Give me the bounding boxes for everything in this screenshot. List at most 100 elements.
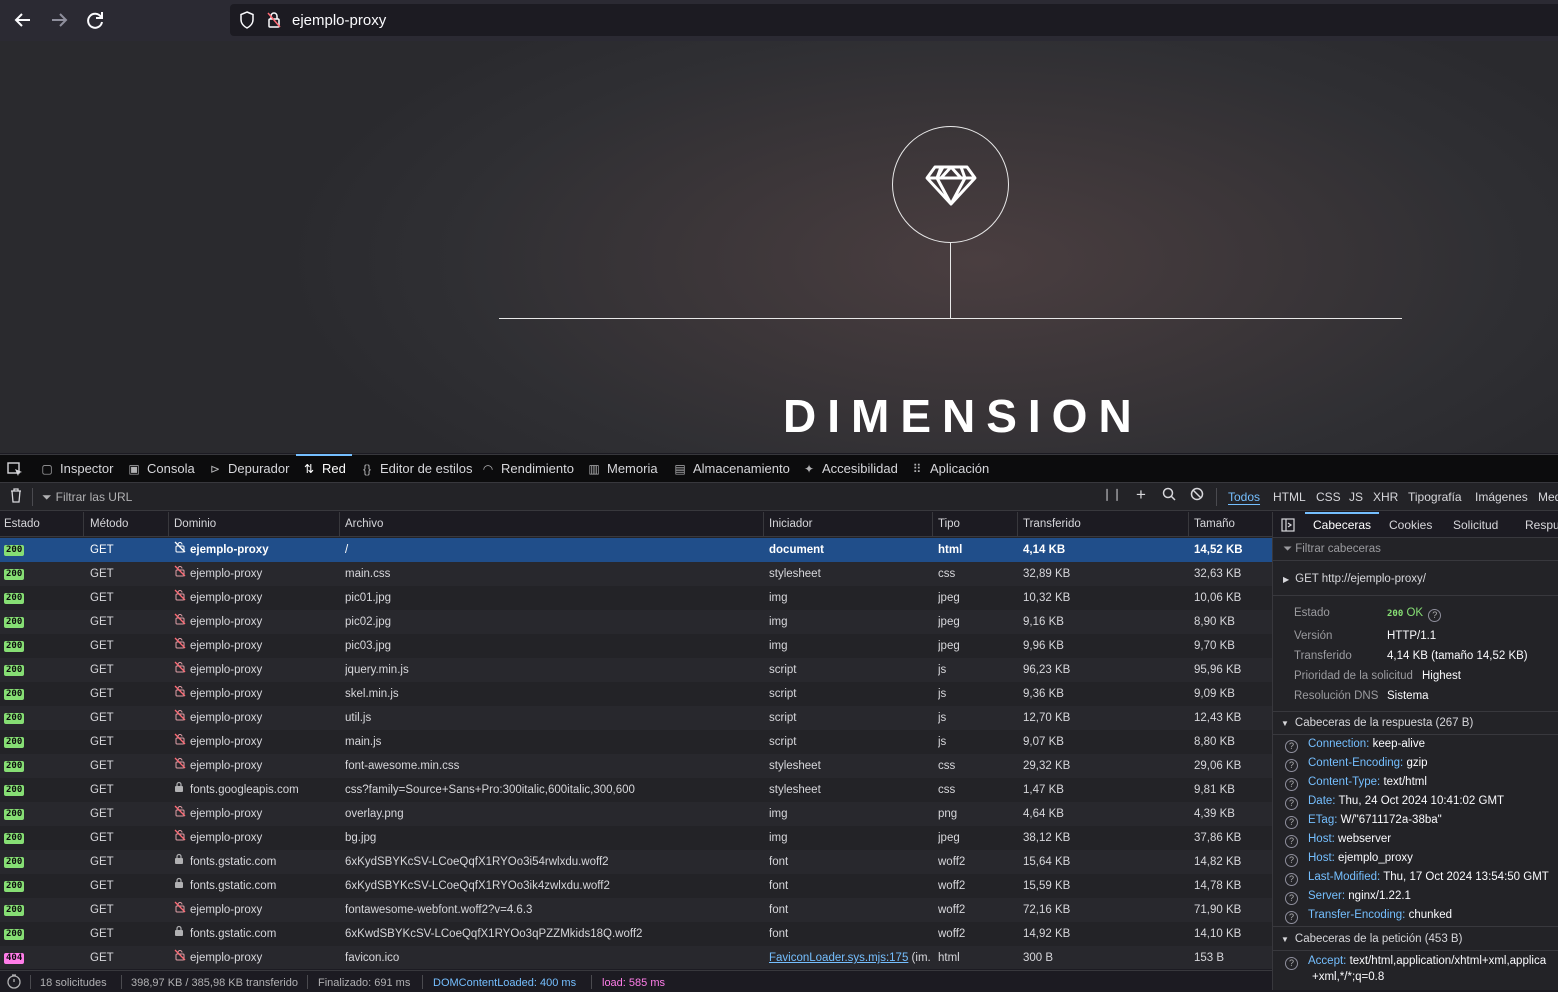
cell-size: 9,09 KB [1194,682,1270,706]
cell-file: fontawesome-webfont.woff2?v=4.6.3 [345,898,760,922]
table-row[interactable]: 200 GET ejemplo-proxy pic03.jpg img jpeg 9,96 … [0,634,1272,658]
status-badge: 200 [4,785,25,796]
element-picker-icon[interactable] [6,455,24,483]
table-row[interactable]: 200 GET ejemplo-proxy util.js script js 12,70 … [0,706,1272,730]
table-row[interactable]: 200 GET fonts.gstatic.com 6xKydSBYKcSV-LCoe… [0,874,1272,898]
initiator-text[interactable]: FaviconLoader.sys.mjs:175 [769,952,908,964]
search-icon[interactable] [1159,487,1179,504]
add-icon[interactable]: + [1131,485,1151,505]
filter-headers-input[interactable]: ⏷ Filtrar cabeceras [1283,543,1381,556]
url-text[interactable]: ejemplo-proxy [292,12,386,29]
table-row[interactable]: 404 GET ejemplo-proxy favicon.ico FaviconLoa… [0,946,1272,969]
trash-icon[interactable] [6,487,26,506]
tab-inspector[interactable]: ▢ Inspector [40,455,113,483]
column-domain[interactable]: Dominio [170,512,340,537]
cell-method: GET [90,538,114,562]
tab-headers[interactable]: Cabeceras [1304,512,1380,538]
table-row[interactable]: 200 GET ejemplo-proxy main.css stylesheet css… [0,562,1272,586]
table-row[interactable]: 200 GET ejemplo-proxy pic02.jpg img jpeg 9,16 … [0,610,1272,634]
filter-js[interactable]: JS [1349,490,1363,504]
column-status[interactable]: Estado [0,512,84,537]
help-icon[interactable]: ? [1285,957,1298,970]
transferred-text: 4,64 KB [1023,808,1064,820]
table-row[interactable]: 200 GET ejemplo-proxy overlay.png img png 4,64… [0,802,1272,826]
tab-style-editor[interactable]: {} Editor de estilos [360,455,473,483]
response-headers-section[interactable]: ▼ Cabeceras de la respuesta (267 B) [1281,717,1473,729]
tab-application[interactable]: ⠿ Aplicación [910,455,990,483]
response-header-row: ? Host: ejemplo_proxy [1285,852,1413,867]
filter-url-input[interactable]: ⏷ Filtrar las URL [42,490,132,505]
table-row[interactable]: 200 GET ejemplo-proxy skel.min.js script js 9,… [0,682,1272,706]
tab-performance[interactable]: ◠ Rendimiento [481,455,574,483]
tab-accessibility[interactable]: ✦ Accesibilidad [802,455,898,483]
column-file[interactable]: Archivo [341,512,764,537]
tab-memory[interactable]: ▥ Memoria [587,455,657,483]
size-text: 8,80 KB [1194,736,1235,748]
help-icon[interactable]: ? [1285,797,1298,810]
cell-file: pic03.jpg [345,634,760,658]
filter-css[interactable]: CSS [1316,490,1341,504]
help-icon[interactable]: ? [1428,609,1442,622]
tab-network[interactable]: ⇅ Red [296,454,352,483]
type-text: css [938,784,956,796]
tab-cookies[interactable]: Cookies [1389,512,1432,538]
type-text: jpeg [938,616,960,628]
table-row[interactable]: 200 GET fonts.googleapis.com css?family=Sou… [0,778,1272,802]
help-icon[interactable]: ? [1285,835,1298,848]
help-icon[interactable]: ? [1285,873,1298,886]
filter-fonts[interactable]: Tipografía [1408,490,1462,504]
url-bar[interactable]: ejemplo-proxy [230,4,1558,36]
cell-size: 8,90 KB [1194,610,1270,634]
reload-icon[interactable] [81,6,109,34]
pause-icon[interactable]: ❘❘ [1102,487,1122,501]
tab-response[interactable]: Respue [1525,512,1558,538]
cell-type: css [938,778,1016,802]
column-method[interactable]: Método [86,512,169,537]
filter-html[interactable]: HTML [1273,490,1306,504]
response-header-row: ? Date: Thu, 24 Oct 2024 10:41:02 GMT [1285,795,1504,810]
column-initiator[interactable]: Iniciador [765,512,933,537]
table-row[interactable]: 200 GET ejemplo-proxy main.js script js 9,07 K… [0,730,1272,754]
filter-xhr[interactable]: XHR [1373,490,1398,504]
filter-all[interactable]: Todos [1228,490,1260,504]
forward-arrow-icon[interactable] [45,6,73,34]
block-icon[interactable] [1187,487,1207,504]
help-icon[interactable]: ? [1285,759,1298,772]
tab-console[interactable]: ▣ Consola [127,455,194,483]
type-text: woff2 [938,856,966,868]
network-icon: ⇅ [303,462,315,476]
help-icon[interactable]: ? [1285,816,1298,829]
timer-icon[interactable] [6,973,22,992]
shield-icon[interactable] [239,11,255,29]
help-icon[interactable]: ? [1285,740,1298,753]
table-row[interactable]: 200 GET ejemplo-proxy jquery.min.js script js… [0,658,1272,682]
table-row[interactable]: 200 GET fonts.gstatic.com 6xKydSBYKcSV-LCoe… [0,850,1272,874]
filter-images[interactable]: Imágenes [1475,490,1528,504]
help-icon[interactable]: ? [1285,911,1298,924]
back-arrow-icon[interactable] [9,6,37,34]
help-icon[interactable]: ? [1285,892,1298,905]
table-row[interactable]: 200 GET ejemplo-proxy bg.jpg img jpeg 38,12 KB… [0,826,1272,850]
column-transferred[interactable]: Transferido [1019,512,1189,537]
table-row[interactable]: 200 GET ejemplo-proxy pic01.jpg img jpeg 10,32… [0,586,1272,610]
transferred-text: 10,32 KB [1023,592,1071,604]
request-line[interactable]: ▶ GET http://ejemplo-proxy/ [1283,573,1426,585]
table-row[interactable]: 200 GET fonts.gstatic.com 6xKwdSBYKcSV-LCoe… [0,922,1272,946]
filter-media[interactable]: Med [1538,490,1558,504]
table-row[interactable]: 200 GET ejemplo-proxy / document html 4,14 KB 1… [0,538,1272,562]
insecure-lock-icon[interactable] [266,11,282,29]
cell-method: GET [90,682,114,706]
tab-request[interactable]: Solicitud [1453,512,1498,538]
column-size[interactable]: Tamaño [1190,512,1272,537]
help-icon[interactable]: ? [1285,854,1298,867]
table-row[interactable]: 200 GET ejemplo-proxy font-awesome.min.css s… [0,754,1272,778]
tab-debugger[interactable]: ⊳ Depurador [208,455,289,483]
request-headers-section[interactable]: ▼ Cabeceras de la petición (453 B) [1281,933,1462,945]
help-icon[interactable]: ? [1285,778,1298,791]
table-row[interactable]: 200 GET ejemplo-proxy fontawesome-webfont.w… [0,898,1272,922]
cell-size: 14,52 KB [1194,538,1270,562]
toggle-panel-icon[interactable] [1281,512,1295,538]
tab-storage[interactable]: ▤ Almacenamiento [673,455,790,483]
column-type[interactable]: Tipo [934,512,1018,537]
status-separator [121,975,122,989]
